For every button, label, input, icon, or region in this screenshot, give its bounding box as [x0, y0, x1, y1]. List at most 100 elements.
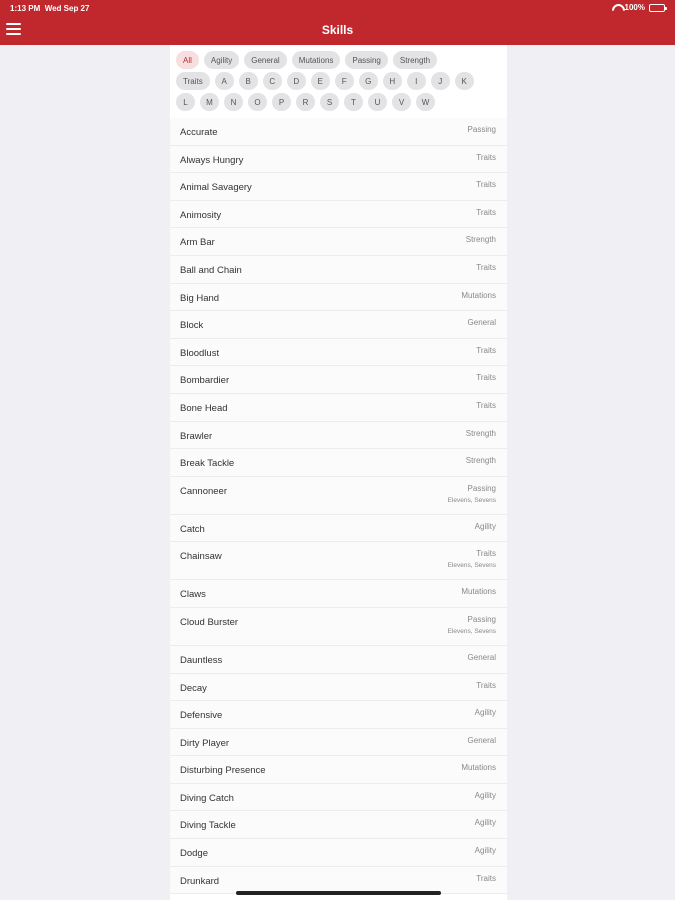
- skill-category: Passing: [467, 614, 496, 624]
- letter-chip-row-1: Traits A B C D E F G H I J K: [176, 72, 507, 90]
- skill-row[interactable]: Block General: [170, 311, 507, 339]
- skill-row[interactable]: Animal Savagery Traits: [170, 173, 507, 201]
- letter-chip-l[interactable]: L: [176, 93, 195, 111]
- skill-name: Big Hand: [180, 292, 220, 304]
- skill-name: Dauntless: [180, 654, 223, 666]
- skill-category: Mutations: [461, 763, 496, 773]
- letter-chip-k[interactable]: K: [454, 72, 474, 90]
- skill-name: Diving Catch: [180, 792, 234, 804]
- skill-name: Block: [180, 320, 204, 332]
- letter-chip-m[interactable]: M: [200, 93, 219, 111]
- home-indicator: [236, 891, 441, 895]
- skill-category: Agility: [474, 818, 496, 828]
- skill-name: Break Tackle: [180, 458, 235, 470]
- filter-chip-mutations[interactable]: Mutations: [291, 51, 341, 69]
- skill-row[interactable]: Diving Catch Agility: [170, 783, 507, 812]
- skill-name: Ball and Chain: [180, 264, 242, 276]
- skill-category: Agility: [474, 708, 496, 718]
- skill-category: Traits: [476, 549, 496, 559]
- skill-list: Accurate Passing Always Hungry Traits Animal…: [170, 118, 507, 895]
- skill-category: Traits: [476, 207, 496, 217]
- app-header: 1:13 PM Wed Sep 27 100% Skills: [0, 0, 675, 45]
- skill-category: Traits: [476, 180, 496, 190]
- skill-name: Brawler: [180, 430, 213, 442]
- skill-row[interactable]: Dirty Player General: [170, 728, 507, 757]
- letter-chip-s[interactable]: S: [320, 93, 339, 111]
- skill-row[interactable]: Catch Agility: [170, 514, 507, 543]
- skill-row[interactable]: Animosity Traits: [170, 200, 507, 229]
- skill-format-note: Elevens, Sevens: [447, 562, 496, 570]
- skill-row[interactable]: Cloud Burster Passing Elevens, Sevens: [170, 607, 507, 646]
- skill-name: Arm Bar: [180, 237, 215, 249]
- skill-name: Claws: [180, 589, 206, 601]
- skill-name: Catch: [180, 523, 205, 535]
- skill-row[interactable]: Decay Traits: [170, 673, 507, 702]
- letter-chip-j[interactable]: J: [430, 72, 450, 90]
- letter-chip-h[interactable]: H: [382, 72, 402, 90]
- skill-category: Traits: [476, 400, 496, 410]
- filter-chip-general[interactable]: General: [244, 51, 287, 69]
- skill-row[interactable]: Arm Bar Strength: [170, 228, 507, 256]
- letter-chip-i[interactable]: I: [406, 72, 426, 90]
- skill-category: Agility: [474, 846, 496, 856]
- battery-percent: 100%: [624, 3, 645, 12]
- filter-chip-strength[interactable]: Strength: [392, 51, 438, 69]
- category-chip-row: All Agility General Mutations Passing Strengt…: [176, 51, 507, 69]
- skill-row[interactable]: Accurate Passing: [170, 118, 507, 146]
- letter-chip-d[interactable]: D: [286, 72, 306, 90]
- letter-chip-w[interactable]: W: [416, 93, 435, 111]
- skill-row[interactable]: Dauntless General: [170, 645, 507, 674]
- skill-row[interactable]: Brawler Strength: [170, 421, 507, 450]
- letter-chip-g[interactable]: G: [358, 72, 378, 90]
- skill-row[interactable]: Big Hand Mutations: [170, 283, 507, 312]
- skill-row[interactable]: Bone Head Traits: [170, 393, 507, 422]
- skill-category: Traits: [476, 873, 496, 883]
- skill-row[interactable]: Defensive Agility: [170, 701, 507, 729]
- filter-chip-traits[interactable]: Traits: [176, 72, 210, 90]
- skill-category: Mutations: [461, 290, 496, 300]
- skill-row[interactable]: Break Tackle Strength: [170, 449, 507, 477]
- letter-chip-p[interactable]: P: [272, 93, 291, 111]
- letter-chip-n[interactable]: N: [224, 93, 243, 111]
- skill-name: Decay: [180, 682, 207, 694]
- skill-row[interactable]: Always Hungry Traits: [170, 145, 507, 174]
- skill-row[interactable]: Claws Mutations: [170, 580, 507, 608]
- filter-chip-passing[interactable]: Passing: [345, 51, 388, 69]
- skill-row[interactable]: Bloodlust Traits: [170, 338, 507, 367]
- page-title: Skills: [321, 23, 354, 37]
- letter-chip-c[interactable]: C: [262, 72, 282, 90]
- skill-category: Passing: [467, 483, 496, 493]
- skill-category: Strength: [465, 235, 496, 245]
- skill-name: Bloodlust: [180, 347, 220, 359]
- skill-name: Cloud Burster: [180, 616, 239, 628]
- letter-chip-v[interactable]: V: [392, 93, 411, 111]
- skill-row[interactable]: Cannoneer Passing Elevens, Sevens: [170, 476, 507, 515]
- letter-chip-row-2: LMNOPRSTUVW: [176, 93, 507, 111]
- skill-name: Defensive: [180, 710, 223, 722]
- letter-chip-f[interactable]: F: [334, 72, 354, 90]
- skill-category: Traits: [476, 345, 496, 355]
- skill-category: Traits: [476, 152, 496, 162]
- skill-name: Dirty Player: [180, 737, 230, 749]
- letter-chip-a[interactable]: A: [214, 72, 234, 90]
- skill-name: Always Hungry: [180, 154, 244, 166]
- letter-chip-b[interactable]: B: [238, 72, 258, 90]
- skill-row[interactable]: Ball and Chain Traits: [170, 255, 507, 284]
- skill-row[interactable]: Disturbing Presence Mutations: [170, 756, 507, 784]
- letter-chip-t[interactable]: T: [344, 93, 363, 111]
- skill-name: Bombardier: [180, 375, 230, 387]
- skill-category: Traits: [476, 262, 496, 272]
- skill-row[interactable]: Dodge Agility: [170, 839, 507, 867]
- skill-row[interactable]: Chainsaw Traits Elevens, Sevens: [170, 542, 507, 581]
- filter-chip-agility[interactable]: Agility: [203, 51, 240, 69]
- skill-row[interactable]: Bombardier Traits: [170, 366, 507, 394]
- skill-row[interactable]: Diving Tackle Agility: [170, 811, 507, 840]
- skill-category: Mutations: [461, 587, 496, 597]
- letter-chip-r[interactable]: R: [296, 93, 315, 111]
- letter-chip-o[interactable]: O: [248, 93, 267, 111]
- status-right: 100%: [612, 3, 667, 12]
- letter-chip-e[interactable]: E: [310, 72, 330, 90]
- skill-format-note: Elevens, Sevens: [447, 496, 496, 504]
- letter-chip-u[interactable]: U: [368, 93, 387, 111]
- filter-chip-all[interactable]: All: [176, 51, 199, 69]
